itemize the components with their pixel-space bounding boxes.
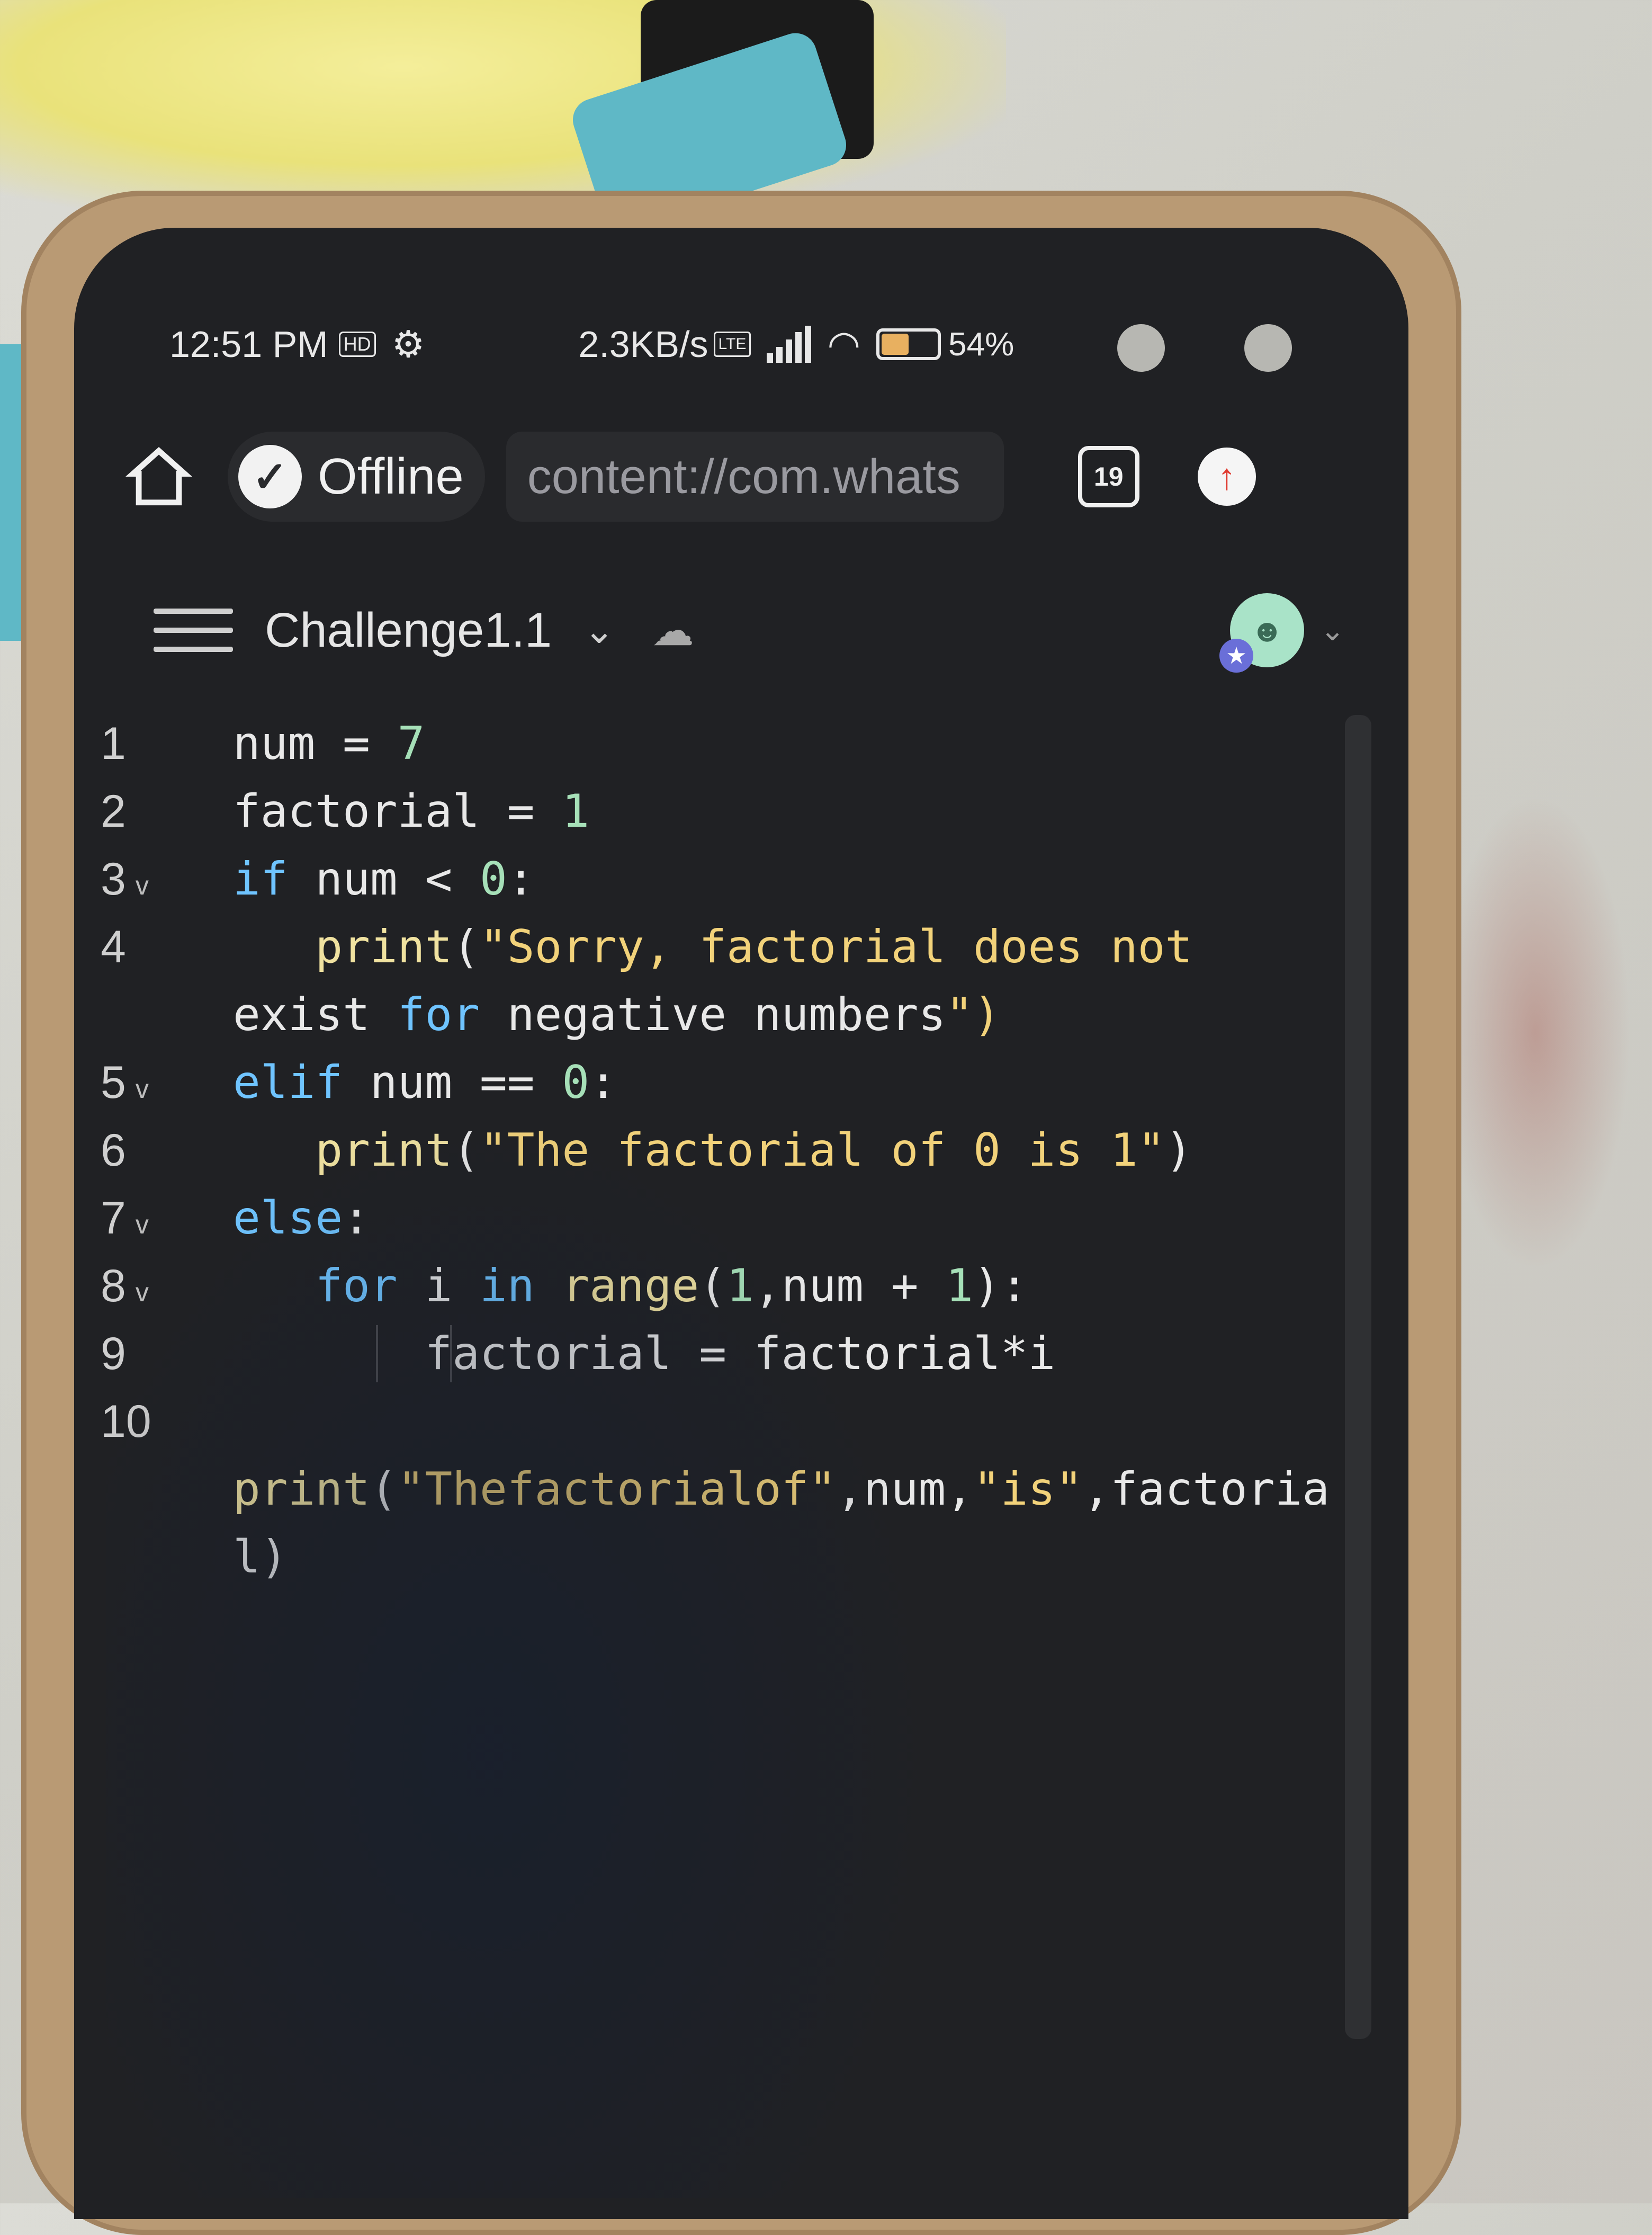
code-text[interactable]: for i in range(1,num + 1): (233, 1252, 1028, 1320)
code-text[interactable]: factorial = factorial*i (233, 1320, 1055, 1388)
fold-toggle-icon[interactable]: v (136, 871, 149, 900)
code-text[interactable]: exist for negative numbers") (233, 981, 1001, 1049)
indent-guide (376, 1325, 378, 1382)
line-number-label: 3 (101, 854, 126, 905)
menu-icon[interactable] (154, 609, 233, 652)
star-badge-icon: ★ (1219, 639, 1254, 673)
code-text[interactable]: num = 7 (233, 710, 425, 777)
offline-check-icon: ✓ (238, 445, 302, 508)
battery-fill (882, 334, 909, 355)
address-bar[interactable]: content://com.whats (506, 432, 1004, 522)
network-speed: 2.3KB/s (578, 324, 708, 365)
line-number: 5v (101, 1049, 217, 1123)
code-line[interactable]: exist for negative numbers") (101, 981, 1345, 1049)
code-text[interactable]: elif num == 0: (233, 1049, 617, 1116)
line-number-label: 5 (101, 1057, 126, 1108)
code-text[interactable]: print("The factorial of 0 is 1") (233, 1116, 1192, 1184)
browser-toolbar: ✓ Offline content://com.whats 19 ↑ (122, 418, 1334, 535)
code-text[interactable]: l) (233, 1523, 288, 1591)
line-number: 1 (101, 710, 217, 777)
line-number: 10 (101, 1388, 217, 1455)
lte-badge: LTE (713, 332, 751, 357)
chevron-down-icon[interactable]: ⌄ (583, 609, 615, 652)
hd-badge: HD (338, 332, 376, 357)
cloud-check-icon: ☁ (651, 606, 694, 654)
surface-stain (1440, 794, 1631, 1271)
sensor-cutout (1244, 324, 1292, 372)
line-number: 6 (101, 1116, 217, 1184)
indent-guide (450, 1325, 452, 1382)
arrow-up-icon[interactable]: ↑ (1197, 448, 1256, 506)
fold-toggle-icon[interactable]: v (136, 1210, 149, 1239)
status-time: 12:51 PM (169, 324, 328, 365)
code-line[interactable]: 5 v elif num == 0: (101, 1049, 1345, 1116)
line-number-label: 8 (101, 1260, 126, 1311)
code-line[interactable]: 6 print("The factorial of 0 is 1") (101, 1116, 1345, 1184)
line-number-label: 2 (101, 786, 126, 837)
line-number-label: 6 (101, 1125, 126, 1176)
offline-label: Offline (318, 448, 464, 505)
line-number: 2 (101, 777, 217, 845)
line-number-label: 1 (101, 718, 126, 769)
camera-cutout (1117, 324, 1165, 372)
code-line[interactable]: 9 factorial = factorial*i (101, 1320, 1345, 1388)
line-number-label: 7 (101, 1193, 126, 1244)
offline-indicator[interactable]: ✓ Offline (228, 432, 485, 522)
battery-icon (876, 328, 941, 360)
code-line[interactable]: 10 (101, 1388, 1345, 1455)
code-text[interactable]: else: (233, 1184, 370, 1252)
home-icon[interactable] (122, 440, 196, 514)
code-line[interactable]: print("Thefactorialof",num,"is",factoria (101, 1455, 1345, 1523)
file-header: Challenge1.1 ⌄ ☁ ☻ ★ ⌄ (154, 583, 1345, 678)
home-icon-glyph (125, 447, 192, 506)
code-text[interactable]: if num < 0: (233, 845, 535, 913)
fold-toggle-icon[interactable]: v (136, 1277, 149, 1307)
line-number: 4 (101, 913, 217, 981)
avatar-icon[interactable]: ☻ ★ (1219, 593, 1305, 673)
fold-toggle-icon[interactable]: v (136, 1074, 149, 1104)
line-number: 7v (101, 1184, 217, 1258)
code-editor[interactable]: 1 num = 7 2 factorial = 1 3 v if num < 0: 4 pri… (101, 710, 1345, 2140)
code-line[interactable]: 7 v else: (101, 1184, 1345, 1252)
avatar-chevron-icon[interactable]: ⌄ (1320, 613, 1345, 648)
line-number: 9 (101, 1320, 217, 1388)
code-line[interactable]: 2 factorial = 1 (101, 777, 1345, 845)
line-number-label: 10 (101, 1396, 151, 1447)
line-number-label: 4 (101, 922, 126, 972)
code-line[interactable]: 4 print("Sorry, factorial does not (101, 913, 1345, 981)
gear-icon: ⚙ (391, 324, 425, 365)
line-number: 3v (101, 845, 217, 919)
wifi-icon: ◠ (827, 324, 861, 366)
code-text[interactable]: factorial = 1 (233, 777, 589, 845)
line-number: 8v (101, 1252, 217, 1326)
line-number-label: 9 (101, 1328, 126, 1379)
signal-icon (767, 326, 812, 363)
code-line[interactable]: 8v for i in range(1,num + 1): (101, 1252, 1345, 1320)
code-line[interactable]: 1 num = 7 (101, 710, 1345, 777)
code-line[interactable]: 3 v if num < 0: (101, 845, 1345, 913)
code-text[interactable]: print("Sorry, factorial does not (233, 913, 1192, 981)
editor-scrollbar[interactable] (1345, 715, 1371, 2039)
battery-percent: 54% (948, 326, 1014, 363)
code-text[interactable]: print("Thefactorialof",num,"is",factoria (233, 1455, 1330, 1523)
tabs-button[interactable]: 19 (1078, 446, 1139, 507)
code-line[interactable]: l) (101, 1523, 1345, 1591)
file-name[interactable]: Challenge1.1 (265, 603, 552, 658)
